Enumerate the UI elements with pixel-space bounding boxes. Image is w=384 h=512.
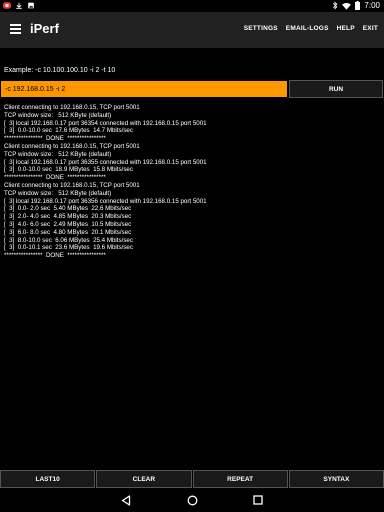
email-logs-menu-item[interactable]: EMAIL-LOGS xyxy=(286,25,329,32)
output-line: TCP window size: 512 KByte (default) xyxy=(4,189,112,197)
command-input[interactable] xyxy=(1,81,287,97)
menu-icon[interactable] xyxy=(10,24,21,34)
navigation-bar xyxy=(0,488,384,512)
output-line: Client connecting to 192.168.0.15, TCP p… xyxy=(4,142,140,150)
battery-icon xyxy=(355,1,361,10)
exit-menu-item[interactable]: EXIT xyxy=(363,25,378,32)
settings-menu-item[interactable]: SETTINGS xyxy=(244,25,278,32)
back-icon[interactable] xyxy=(119,493,133,507)
output-line: [ 3] local 192.168.0.17 port 36354 conne… xyxy=(4,119,207,127)
output-line: [ 3] 0.0-10.1 sec 23.6 MBytes 19.6 Mbits… xyxy=(4,244,133,252)
output-line: **************** DONE **************** xyxy=(4,135,106,143)
status-time: 7:00 xyxy=(364,1,380,10)
output-line: [ 3] 8.0-10.0 sec 6.06 MBytes 25.4 Mbits… xyxy=(4,236,133,244)
help-menu-item[interactable]: HELP xyxy=(337,25,355,32)
output-line: [ 3] 0.0-10.0 sec 17.6 MBytes 14.7 Mbits… xyxy=(4,127,133,135)
output-line: [ 3] 4.0- 6.0 sec 2.49 MBytes 10.5 Mbits… xyxy=(4,220,132,228)
repeat-button[interactable]: REPEAT xyxy=(192,470,288,488)
output-line: Client connecting to 192.168.0.15, TCP p… xyxy=(4,104,140,111)
action-menu: SETTINGS EMAIL-LOGS HELP EXIT xyxy=(244,25,378,32)
output-line: [ 3] 6.0- 8.0 sec 4.80 MBytes 20.1 Mbits… xyxy=(4,228,132,236)
download-icon xyxy=(16,2,22,9)
home-icon[interactable] xyxy=(185,493,199,507)
status-bar: 7:00 xyxy=(0,0,384,12)
run-button[interactable]: RUN xyxy=(289,80,383,98)
status-bar-right: 7:00 xyxy=(332,1,380,10)
bottom-button-bar: LAST10 CLEAR REPEAT SYNTAX xyxy=(0,470,384,488)
output-line: [ 3] local 192.168.0.17 port 36355 conne… xyxy=(4,158,207,166)
output-line: [ 3] 0.0-10.0 sec 18.9 MBytes 15.8 Mbits… xyxy=(4,166,133,174)
output-line: [ 3] 2.0- 4.0 sec 4.85 MBytes 20.3 Mbits… xyxy=(4,213,132,221)
wifi-icon xyxy=(342,2,352,10)
app-title: iPerf xyxy=(30,21,59,36)
clear-button[interactable]: CLEAR xyxy=(96,470,192,488)
image-icon xyxy=(28,2,34,9)
record-icon xyxy=(3,2,11,9)
output-line: TCP window size: 512 KByte (default) xyxy=(4,150,112,158)
output-log: Client connecting to 192.168.0.15, TCP p… xyxy=(4,104,380,260)
example-hint: Example: -c 10.100.100.10 -i 2 -t 10 xyxy=(4,67,116,74)
bluetooth-icon xyxy=(333,1,338,10)
recents-icon[interactable] xyxy=(251,493,265,507)
app-bar: iPerf SETTINGS EMAIL-LOGS HELP EXIT xyxy=(0,12,384,48)
output-line: [ 3] 0.0- 2.0 sec 5.40 MBytes 22.6 Mbits… xyxy=(4,205,132,213)
output-line: TCP window size: 512 KByte (default) xyxy=(4,111,112,119)
last10-button[interactable]: LAST10 xyxy=(0,470,96,488)
status-bar-left xyxy=(3,2,35,9)
output-line: **************** DONE **************** xyxy=(4,174,106,182)
output-line: [ 3] local 192.168.0.17 port 36356 conne… xyxy=(4,197,207,205)
syntax-button[interactable]: SYNTAX xyxy=(288,470,384,488)
output-line: **************** DONE **************** xyxy=(4,252,106,260)
output-line: Client connecting to 192.168.0.15, TCP p… xyxy=(4,181,140,189)
